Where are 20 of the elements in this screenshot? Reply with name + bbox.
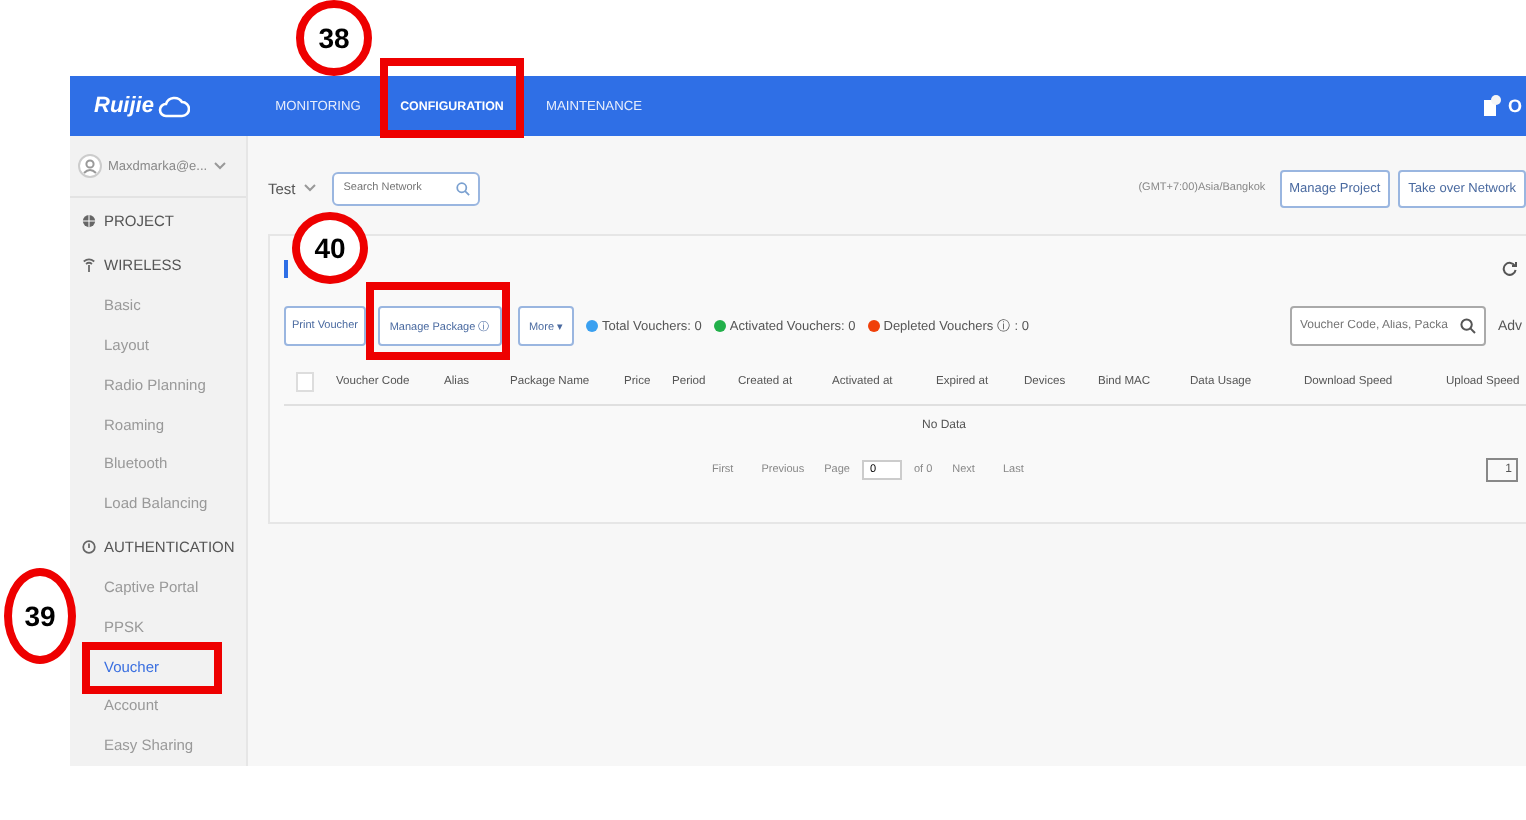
select-all-checkbox[interactable] xyxy=(296,372,314,392)
logo-text: Ruijie xyxy=(94,94,154,118)
user-icon xyxy=(78,154,102,179)
callout-number: 39 xyxy=(4,568,76,664)
antenna-icon xyxy=(82,257,96,272)
clock-icon xyxy=(82,539,96,554)
highlight-frame xyxy=(380,58,524,138)
title-marker xyxy=(284,259,288,277)
notification-icon[interactable] xyxy=(1481,94,1502,118)
chevron-down-icon xyxy=(303,184,316,192)
chevron-down-icon xyxy=(213,162,226,171)
cloud-logo-icon xyxy=(157,94,190,118)
callout-number: 38 xyxy=(296,0,372,76)
highlight-frame xyxy=(82,642,222,694)
globe-icon xyxy=(82,213,96,228)
highlight-frame xyxy=(366,282,510,360)
nav-user-text: O xyxy=(1507,96,1522,116)
search-icon xyxy=(1459,318,1476,334)
search-icon xyxy=(455,181,470,195)
refresh-icon[interactable] xyxy=(1502,260,1518,276)
